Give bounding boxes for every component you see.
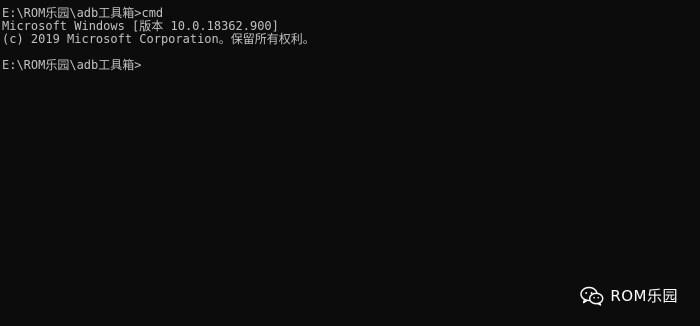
watermark-text: ROM乐园 xyxy=(610,287,678,305)
console-window[interactable]: E:\ROM乐园\adb工具箱>cmd Microsoft Windows [版… xyxy=(0,0,700,326)
watermark: ROM乐园 xyxy=(580,286,678,306)
console-prompt[interactable]: E:\ROM乐园\adb工具箱> xyxy=(2,59,315,72)
console-output: E:\ROM乐园\adb工具箱>cmd Microsoft Windows [版… xyxy=(2,7,315,72)
console-line-copyright: (c) 2019 Microsoft Corporation。保留所有权利。 xyxy=(2,32,315,46)
wechat-icon xyxy=(580,286,604,306)
